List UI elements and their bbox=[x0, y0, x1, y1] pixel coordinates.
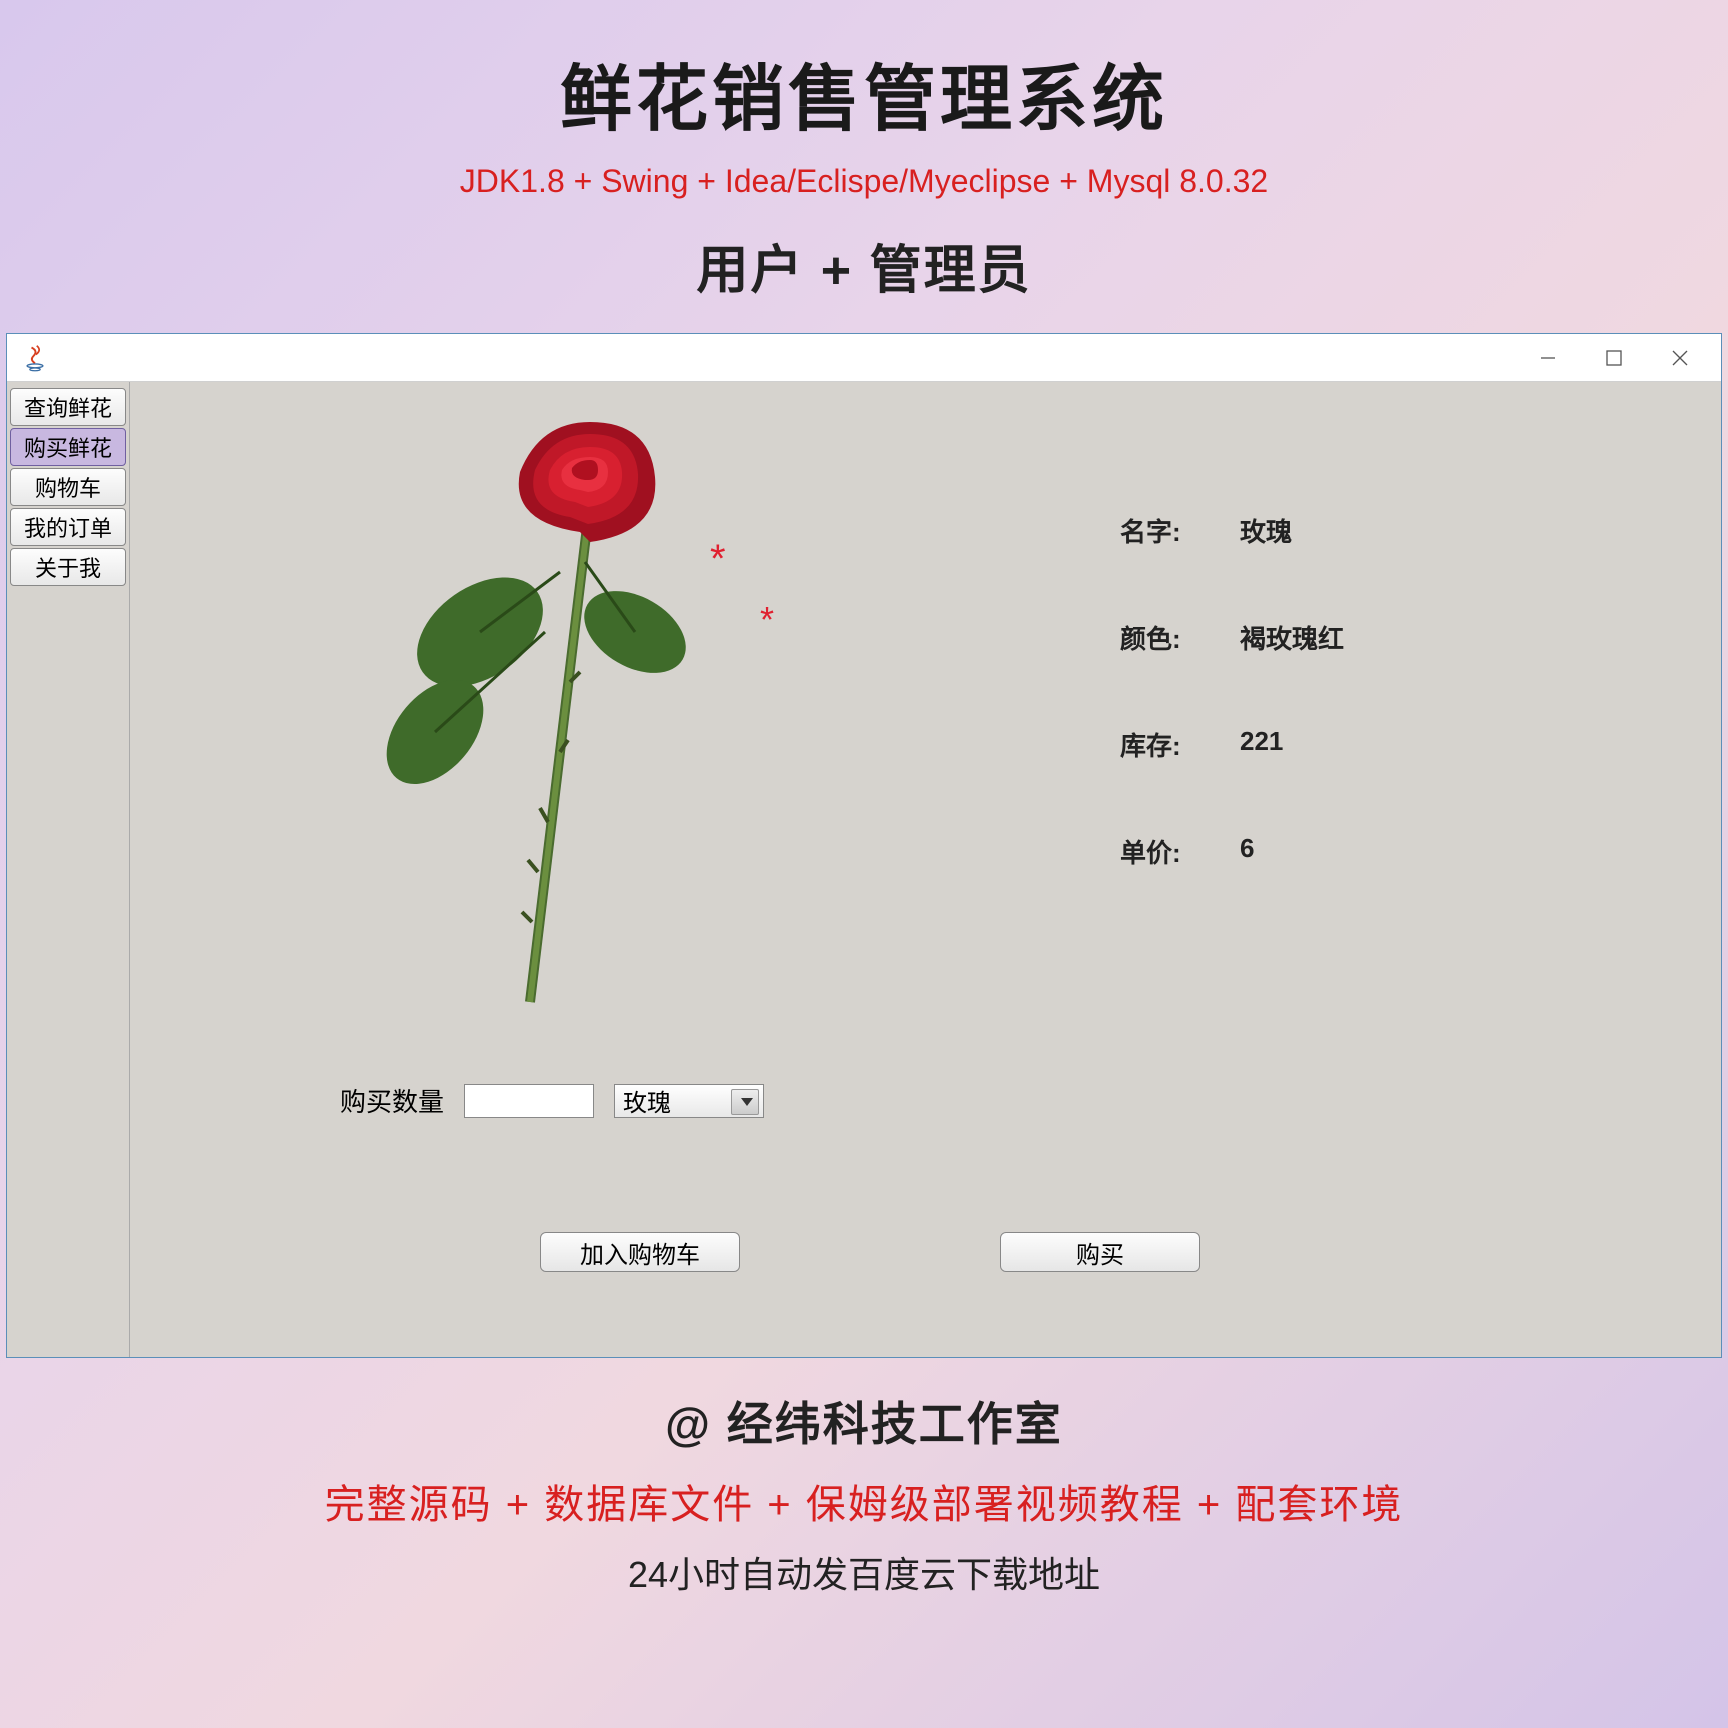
svg-text:*: * bbox=[710, 537, 726, 581]
delivery-info: 24小时自动发百度云下载地址 bbox=[325, 1546, 1404, 1598]
title-bar bbox=[7, 334, 1721, 382]
java-icon bbox=[21, 344, 49, 372]
name-label: 名字: bbox=[1120, 512, 1220, 549]
tech-stack: JDK1.8 + Swing + Idea/Eclispe/Myeclipse … bbox=[460, 163, 1268, 200]
name-value: 玫瑰 bbox=[1240, 512, 1292, 549]
qty-label: 购买数量 bbox=[340, 1082, 444, 1119]
price-value: 6 bbox=[1240, 833, 1254, 870]
stock-value: 221 bbox=[1240, 726, 1283, 763]
stock-label: 库存: bbox=[1120, 726, 1220, 763]
sidebar-item-cart[interactable]: 购物车 bbox=[10, 468, 126, 506]
svg-text:*: * bbox=[760, 599, 774, 640]
package-includes: 完整源码 + 数据库文件 + 保姆级部署视频教程 + 配套环境 bbox=[325, 1472, 1404, 1530]
sidebar-item-about[interactable]: 关于我 bbox=[10, 548, 126, 586]
add-to-cart-button[interactable]: 加入购物车 bbox=[540, 1232, 740, 1272]
color-label: 颜色: bbox=[1120, 619, 1220, 656]
app-window: 查询鲜花 购买鲜花 购物车 我的订单 关于我 bbox=[6, 333, 1722, 1358]
flower-select[interactable]: 玫瑰 bbox=[614, 1084, 764, 1118]
page-title: 鲜花销售管理系统 bbox=[560, 40, 1168, 145]
sidebar-item-orders[interactable]: 我的订单 bbox=[10, 508, 126, 546]
color-value: 褐玫瑰红 bbox=[1240, 619, 1344, 656]
rose-image: * * bbox=[280, 402, 800, 1022]
chevron-down-icon bbox=[741, 1098, 753, 1106]
buy-button[interactable]: 购买 bbox=[1000, 1232, 1200, 1272]
minimize-button[interactable] bbox=[1515, 336, 1581, 380]
price-label: 单价: bbox=[1120, 833, 1220, 870]
sidebar: 查询鲜花 购买鲜花 购物车 我的订单 关于我 bbox=[7, 382, 130, 1357]
roles-label: 用户 + 管理员 bbox=[696, 228, 1031, 303]
sidebar-item-query[interactable]: 查询鲜花 bbox=[10, 388, 126, 426]
flower-select-value: 玫瑰 bbox=[623, 1083, 671, 1118]
close-button[interactable] bbox=[1647, 336, 1713, 380]
qty-input[interactable] bbox=[464, 1084, 594, 1118]
sidebar-item-buy[interactable]: 购买鲜花 bbox=[10, 428, 126, 466]
details-panel: 名字: 玫瑰 颜色: 褐玫瑰红 库存: 221 单价: 6 bbox=[1120, 512, 1344, 940]
maximize-button[interactable] bbox=[1581, 336, 1647, 380]
studio-name: @ 经纬科技工作室 bbox=[325, 1388, 1404, 1454]
content-pane: * * 名字: 玫瑰 颜色: 褐玫瑰红 库存: 221 单价: 6 购买数量 玫瑰 加入… bbox=[130, 382, 1721, 1357]
